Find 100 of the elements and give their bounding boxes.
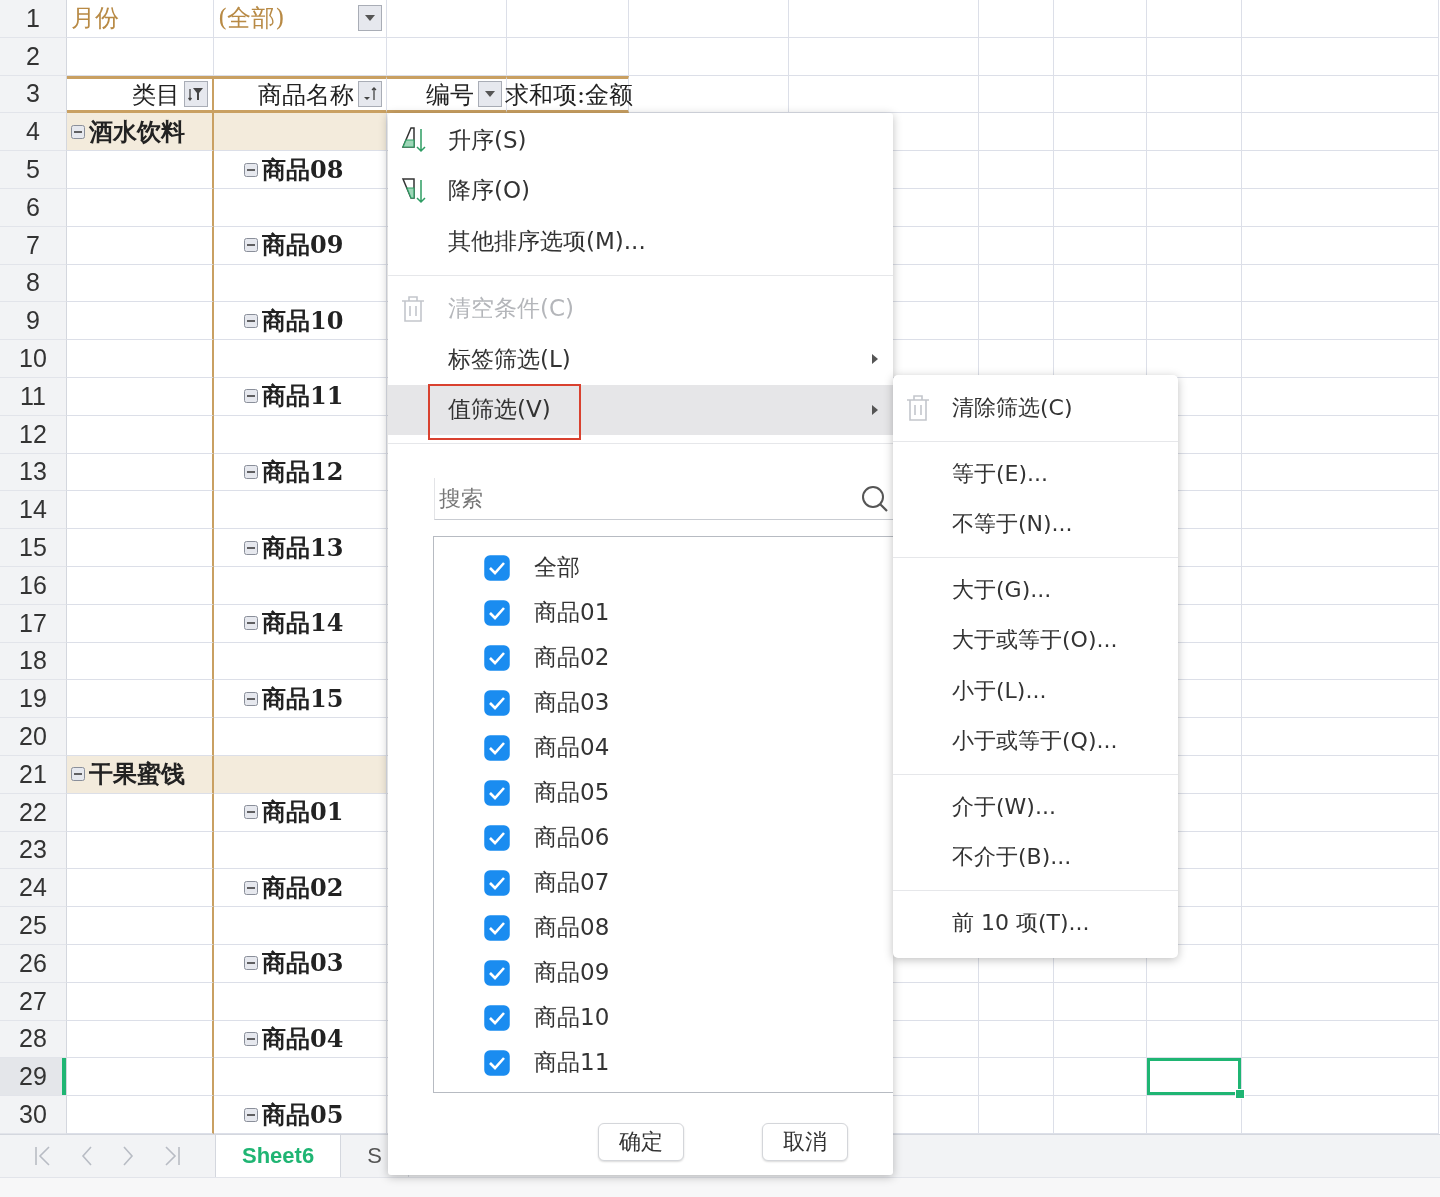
spreadsheet-cell[interactable]: 酒水饮料: [67, 113, 214, 152]
list-item-label[interactable]: 全部: [534, 552, 580, 583]
spreadsheet-cell[interactable]: 商品12: [214, 453, 387, 492]
spreadsheet-cell[interactable]: 商品11: [214, 377, 387, 416]
row-number[interactable]: 14: [0, 491, 67, 530]
spreadsheet-cell[interactable]: 商品13: [214, 529, 387, 567]
checkbox[interactable]: [484, 959, 510, 986]
spreadsheet-cell[interactable]: [67, 793, 214, 832]
collapse-icon[interactable]: [244, 162, 258, 177]
menu-item[interactable]: 不介于(B)...: [893, 832, 1178, 883]
spreadsheet-cell[interactable]: [67, 566, 214, 605]
spreadsheet-cell[interactable]: [67, 831, 214, 870]
menu-item[interactable]: 介于(W)...: [893, 781, 1178, 832]
sort-button[interactable]: [358, 81, 382, 108]
search-icon[interactable]: [861, 485, 889, 513]
spreadsheet-cell[interactable]: [67, 869, 214, 908]
spreadsheet-cell[interactable]: [67, 529, 214, 567]
collapse-icon[interactable]: [244, 464, 258, 479]
spreadsheet-cell[interactable]: [67, 453, 214, 492]
collapse-icon[interactable]: [244, 1031, 258, 1046]
menu-item[interactable]: 升序(S): [388, 115, 893, 166]
checkbox[interactable]: [484, 779, 510, 806]
collapse-icon[interactable]: [244, 1107, 258, 1122]
menu-item[interactable]: 标签筛选(L): [388, 334, 893, 385]
spreadsheet-cell[interactable]: [67, 415, 214, 454]
spreadsheet-cell[interactable]: [67, 377, 214, 416]
checkbox[interactable]: [484, 689, 510, 716]
row-number[interactable]: 10: [0, 340, 67, 378]
row-number[interactable]: 16: [0, 566, 67, 605]
spreadsheet-cell[interactable]: [67, 226, 214, 265]
collapse-icon[interactable]: [244, 389, 258, 404]
checkbox[interactable]: [484, 599, 510, 626]
checkbox[interactable]: [484, 734, 510, 761]
spreadsheet-cell[interactable]: 商品04: [214, 1020, 387, 1059]
collapse-icon[interactable]: [244, 805, 258, 820]
dropdown-button[interactable]: [358, 5, 382, 32]
list-item-label[interactable]: 商品10: [534, 1002, 610, 1033]
fill-handle[interactable]: [1235, 1089, 1245, 1100]
spreadsheet-cell[interactable]: [1147, 1058, 1242, 1097]
checkbox[interactable]: [484, 554, 510, 581]
spreadsheet-cell[interactable]: [67, 982, 214, 1021]
row-number[interactable]: 2: [0, 37, 67, 76]
checkbox[interactable]: [484, 1049, 510, 1076]
collapse-icon[interactable]: [71, 767, 85, 782]
row-number[interactable]: 20: [0, 718, 67, 756]
spreadsheet-cell[interactable]: [67, 1058, 214, 1097]
row-number[interactable]: 15: [0, 529, 67, 567]
dropdown-button[interactable]: [478, 81, 502, 108]
list-item-label[interactable]: 商品03: [534, 687, 610, 718]
previous-sheet-icon[interactable]: [80, 1144, 95, 1167]
filter-sort-button[interactable]: [184, 81, 208, 108]
list-item-label[interactable]: 商品04: [534, 732, 610, 763]
checkbox[interactable]: [484, 824, 510, 851]
spreadsheet-cell[interactable]: 商品05: [214, 1096, 387, 1134]
row-number[interactable]: 7: [0, 226, 67, 265]
collapse-icon[interactable]: [244, 616, 258, 631]
row-number[interactable]: 4: [0, 113, 67, 152]
spreadsheet-cell[interactable]: 商品14: [214, 604, 387, 643]
collapse-icon[interactable]: [244, 880, 258, 895]
list-item-label[interactable]: 商品01: [534, 597, 610, 628]
spreadsheet-cell[interactable]: 商品15: [214, 680, 387, 719]
row-number[interactable]: 22: [0, 793, 67, 832]
row-number[interactable]: 11: [0, 377, 67, 416]
spreadsheet-cell[interactable]: 商品02: [214, 869, 387, 908]
collapse-icon[interactable]: [244, 238, 258, 253]
menu-item[interactable]: 其他排序选项(M)...: [388, 216, 893, 267]
list-item-label[interactable]: 商品02: [534, 642, 610, 673]
row-number[interactable]: 24: [0, 869, 67, 908]
spreadsheet-cell[interactable]: [67, 944, 214, 983]
menu-item[interactable]: 等于(E)...: [893, 448, 1178, 499]
menu-item[interactable]: 不等于(N)...: [893, 499, 1178, 550]
spreadsheet-cell[interactable]: [67, 642, 214, 681]
menu-item[interactable]: 降序(O): [388, 165, 893, 216]
spreadsheet-cell[interactable]: 商品03: [214, 944, 387, 983]
row-number[interactable]: 29: [0, 1058, 67, 1097]
row-number[interactable]: 21: [0, 755, 67, 794]
search-field[interactable]: 搜索: [434, 478, 893, 520]
spreadsheet-cell[interactable]: [67, 302, 214, 341]
menu-item[interactable]: 小于或等于(Q)...: [893, 716, 1178, 767]
menu-item[interactable]: 大于(G)...: [893, 564, 1178, 615]
list-item-label[interactable]: 商品05: [534, 777, 610, 808]
spreadsheet-cell[interactable]: [67, 604, 214, 643]
row-number[interactable]: 17: [0, 604, 67, 643]
spreadsheet-cell[interactable]: 商品10: [214, 302, 387, 341]
menu-item[interactable]: 前 10 项(T)...: [893, 897, 1178, 948]
row-number[interactable]: 27: [0, 982, 67, 1021]
collapse-icon[interactable]: [244, 540, 258, 555]
row-number[interactable]: 13: [0, 453, 67, 492]
row-number[interactable]: 28: [0, 1020, 67, 1059]
spreadsheet-cell[interactable]: [67, 1020, 214, 1059]
menu-item[interactable]: 大于或等于(O)...: [893, 615, 1178, 666]
row-number[interactable]: 25: [0, 907, 67, 945]
spreadsheet-cell[interactable]: [67, 491, 214, 530]
menu-item[interactable]: 小于(L)...: [893, 665, 1178, 716]
row-number[interactable]: 30: [0, 1096, 67, 1134]
list-item-label[interactable]: 商品08: [534, 912, 610, 943]
ok-button[interactable]: 确定: [598, 1123, 684, 1161]
row-number[interactable]: 18: [0, 642, 67, 681]
row-number[interactable]: 8: [0, 264, 67, 303]
spreadsheet-cell[interactable]: 商品08: [214, 151, 387, 189]
